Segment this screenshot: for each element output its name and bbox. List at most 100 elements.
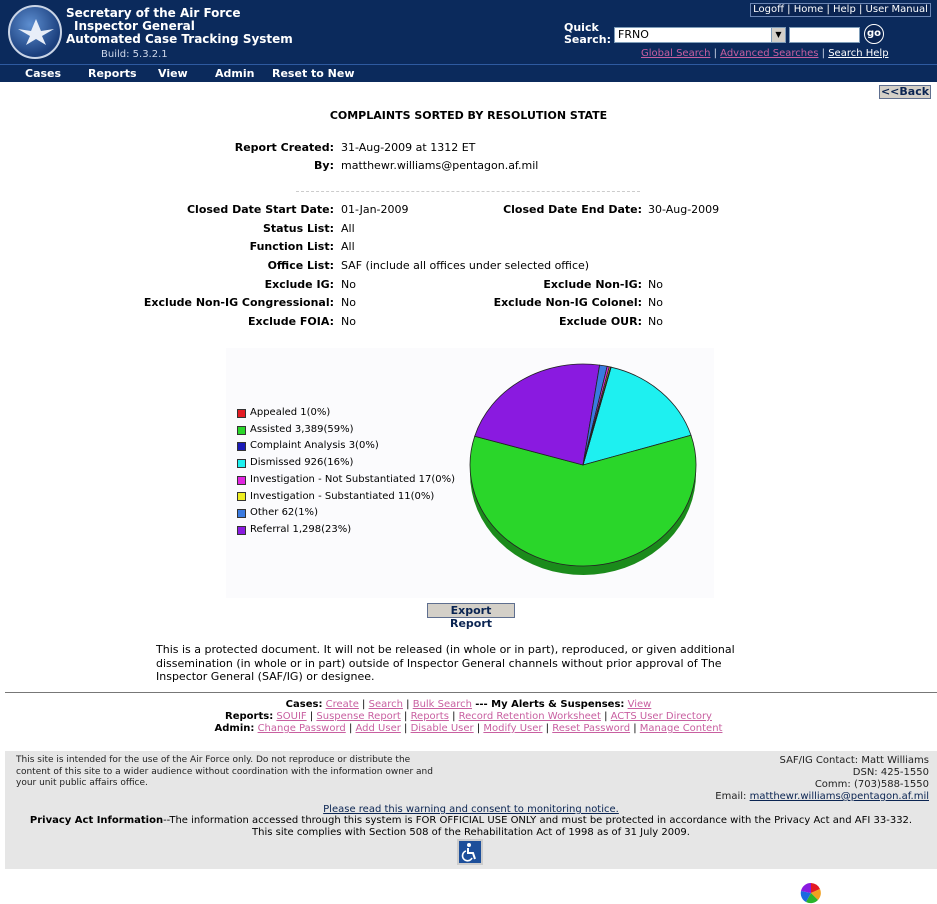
menu-admin[interactable]: Admin	[215, 67, 254, 80]
exclude-nonig-value: No	[648, 278, 663, 291]
privacy-row: Privacy Act Information--The information…	[5, 815, 937, 827]
logoff-link[interactable]: Logoff	[753, 4, 784, 15]
home-link[interactable]: Home	[794, 4, 824, 15]
footer-disable-user-link[interactable]: Disable User	[411, 723, 474, 734]
menu-reports[interactable]: Reports	[88, 67, 137, 80]
footer-reset-password-link[interactable]: Reset Password	[552, 723, 630, 734]
footer-reports-label: Reports:	[225, 711, 274, 722]
exclude-nonig-cong-value: No	[341, 296, 356, 309]
legend-item: Appealed 1(0%)	[237, 405, 455, 422]
menu-cases[interactable]: Cases	[25, 67, 61, 80]
footer-reports-row: Reports: SOUIF | Suspense Report | Repor…	[225, 711, 712, 722]
app-title: Secretary of the Air Force Inspector Gen…	[66, 7, 293, 46]
function-list-label: Function List:	[249, 240, 334, 253]
contact-email-link[interactable]: matthewr.williams@pentagon.af.mil	[750, 791, 929, 802]
quick-search-label-2: Search:	[564, 33, 611, 46]
status-list-value: All	[341, 222, 355, 235]
office-list-value: SAF (include all offices under selected …	[341, 259, 590, 272]
title-line-3: Automated Case Tracking System	[66, 32, 293, 46]
footer-admin-label: Admin:	[214, 723, 255, 734]
footer-alerts-label: --- My Alerts & Suspenses:	[475, 699, 625, 710]
legend-label: Assisted 3,389(59%)	[250, 423, 354, 435]
footer-acts-user-directory-link[interactable]: ACTS User Directory	[611, 711, 712, 722]
back-button[interactable]: <<Back	[879, 85, 931, 99]
legend-item: Dismissed 926(16%)	[237, 455, 455, 472]
chevron-down-icon[interactable]: ▼	[771, 28, 785, 42]
help-link[interactable]: Help	[833, 4, 856, 15]
footer-alerts-view-link[interactable]: View	[628, 699, 652, 710]
search-help-link[interactable]: Search Help	[828, 48, 888, 59]
closed-start-value: 01-Jan-2009	[341, 203, 409, 216]
menu-view[interactable]: View	[158, 67, 188, 80]
legend-label: Investigation - Substantiated 11(0%)	[250, 490, 435, 502]
legend-item: Assisted 3,389(59%)	[237, 422, 455, 439]
warning-consent-link[interactable]: Please read this warning and consent to …	[323, 804, 619, 815]
contact-dsn: DSN: 425-1550	[852, 767, 929, 778]
legend-swatch	[237, 442, 246, 452]
go-button[interactable]: go	[864, 24, 884, 44]
footer-suspense-report-link[interactable]: Suspense Report	[316, 711, 400, 722]
footer-cases-row: Cases: Create | Search | Bulk Search ---…	[285, 699, 652, 710]
quick-search-label: Quick Search:	[564, 22, 611, 46]
report-by-value: matthewr.williams@pentagon.af.mil	[341, 159, 539, 172]
menu-reset-to-new[interactable]: Reset to New	[272, 67, 355, 80]
privacy-act-info: Privacy Act Information--The information…	[5, 815, 937, 839]
report-created-label: Report Created:	[234, 141, 334, 154]
footer-souif-link[interactable]: SOUIF	[276, 711, 306, 722]
legend-swatch	[237, 475, 246, 485]
app-header: Secretary of the Air Force Inspector Gen…	[0, 0, 937, 64]
footer-bulk-search-link[interactable]: Bulk Search	[413, 699, 472, 710]
privacy-label: Privacy Act Information	[29, 815, 164, 826]
footer-add-user-link[interactable]: Add User	[356, 723, 401, 734]
footer-divider	[5, 692, 937, 693]
legend-label: Other 62(1%)	[250, 507, 318, 519]
footer-reports-link[interactable]: Reports	[411, 711, 449, 722]
exclude-ig-label: Exclude IG:	[264, 278, 334, 291]
exclude-ig-value: No	[341, 278, 356, 291]
legend-item: Referral 1,298(23%)	[237, 522, 455, 539]
footer-record-retention-link[interactable]: Record Retention Worksheet	[459, 711, 601, 722]
export-report-button[interactable]: Export Report	[427, 603, 515, 630]
accessibility-icon[interactable]	[457, 839, 483, 865]
exclude-nonig-col-label: Exclude Non-IG Colonel:	[493, 296, 642, 309]
legend-swatch	[237, 509, 246, 519]
legend-item: Other 62(1%)	[237, 505, 455, 522]
legend-swatch	[237, 408, 246, 418]
main-menu-bar: Cases Reports View Admin Reset to New	[0, 64, 937, 82]
footer-cases-label: Cases:	[285, 699, 323, 710]
legend-item: Investigation - Not Substantiated 17(0%)	[237, 472, 455, 489]
legend-label: Complaint Analysis 3(0%)	[250, 440, 379, 452]
footer-manage-content-link[interactable]: Manage Content	[640, 723, 723, 734]
exclude-nonig-col-value: No	[648, 296, 663, 309]
divider	[296, 191, 640, 192]
user-manual-link[interactable]: User Manual	[866, 4, 928, 15]
legend-label: Referral 1,298(23%)	[250, 523, 352, 535]
footer-search-link[interactable]: Search	[369, 699, 403, 710]
top-links: Logoff | Home | Help | User Manual	[750, 3, 931, 17]
footer-modify-user-link[interactable]: Modify User	[483, 723, 542, 734]
pie-chart	[469, 363, 697, 575]
site-disclaimer: This site is intended for the use of the…	[16, 755, 433, 788]
exclude-nonig-label: Exclude Non-IG:	[543, 278, 642, 291]
quick-search-type-select[interactable]: FRNO ▼	[614, 27, 786, 43]
air-force-logo	[8, 5, 62, 59]
footer-create-link[interactable]: Create	[326, 699, 359, 710]
footer-change-password-link[interactable]: Change Password	[258, 723, 346, 734]
legend-swatch	[237, 458, 246, 468]
advanced-searches-link[interactable]: Advanced Searches	[720, 48, 818, 59]
legend-label: Investigation - Not Substantiated 17(0%)	[250, 473, 456, 485]
legend-swatch	[237, 525, 246, 535]
quick-search-input[interactable]	[789, 27, 860, 43]
protected-document-notice: This is a protected document. It will no…	[156, 643, 735, 683]
report-by-label: By:	[314, 159, 334, 172]
closed-end-label: Closed Date End Date:	[503, 203, 642, 216]
contact-email-row: Email: matthewr.williams@pentagon.af.mil	[715, 791, 929, 803]
section-508-text: This site complies with Section 508 of t…	[252, 827, 690, 838]
office-list-label: Office List:	[267, 259, 334, 272]
legend-item: Investigation - Substantiated 11(0%)	[237, 489, 455, 506]
warning-row: Please read this warning and consent to …	[5, 804, 937, 815]
footer-admin-row: Admin: Change Password | Add User | Disa…	[214, 723, 723, 734]
closed-end-value: 30-Aug-2009	[648, 203, 720, 216]
build-version: Build: 5.3.2.1	[101, 49, 168, 60]
global-search-link[interactable]: Global Search	[641, 48, 710, 59]
